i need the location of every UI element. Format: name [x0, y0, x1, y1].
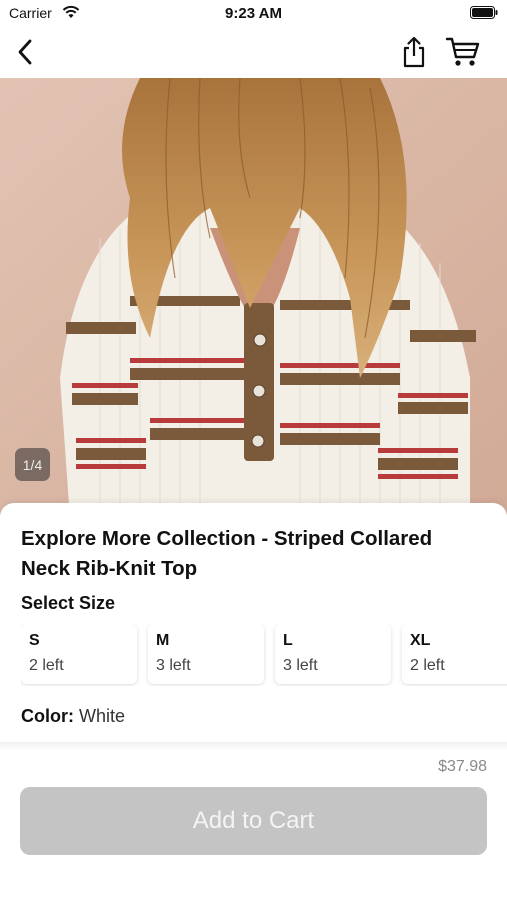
size-name: S	[29, 632, 40, 649]
share-button[interactable]	[398, 34, 430, 70]
size-stock: 3 left	[283, 657, 318, 674]
product-title: Explore More Collection - Striped Collar…	[21, 527, 433, 580]
size-option-xl[interactable]: XL 2 left	[402, 624, 507, 684]
size-stock: 3 left	[156, 657, 191, 674]
image-counter: 1/4	[15, 448, 50, 481]
cart-button[interactable]	[444, 34, 482, 70]
size-name: M	[156, 632, 170, 649]
nav-bar	[0, 28, 507, 78]
size-stock: 2 left	[410, 657, 445, 674]
add-to-cart-button[interactable]: Add to Cart	[20, 787, 487, 855]
cart-icon	[445, 37, 480, 66]
size-option-l[interactable]: L 3 left	[275, 624, 391, 684]
color-value: White	[79, 706, 126, 726]
product-image[interactable]: 1/4	[0, 78, 507, 518]
size-option-m[interactable]: M 3 left	[148, 624, 264, 684]
color-label: Color:	[21, 706, 74, 726]
status-bar: Carrier 9:23 AM	[0, 0, 507, 28]
chevron-left-icon	[18, 39, 32, 65]
status-time: 9:23 AM	[225, 5, 282, 22]
share-icon	[403, 36, 425, 68]
size-name: L	[283, 632, 293, 649]
color-line: Color: White	[21, 706, 125, 727]
size-name: XL	[410, 632, 431, 649]
product-photo	[0, 78, 507, 518]
size-heading: Select Size	[21, 593, 116, 613]
size-selector: S 2 left M 3 left L 3 left XL 2 left	[21, 624, 507, 686]
size-option-s[interactable]: S 2 left	[21, 624, 137, 684]
back-button[interactable]	[10, 36, 40, 68]
size-stock: 2 left	[29, 657, 64, 674]
battery-icon	[470, 6, 498, 19]
price-label: $37.98	[438, 758, 487, 775]
footer-divider	[0, 742, 507, 750]
